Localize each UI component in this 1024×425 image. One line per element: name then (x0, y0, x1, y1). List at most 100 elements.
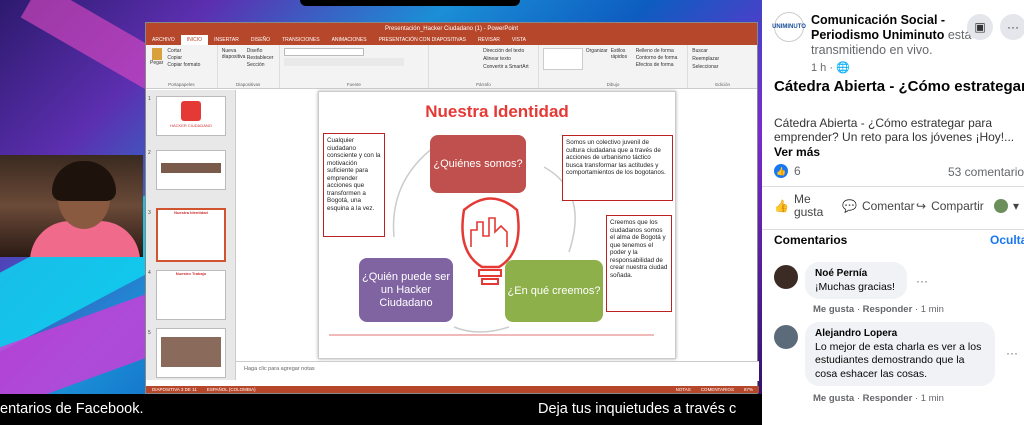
section-button[interactable]: Sección (247, 62, 274, 68)
thumb-title: Nuestra Identidad (174, 210, 208, 215)
thumb-number: 4 (148, 270, 151, 276)
powerpoint-window: Presentación_Hacker Ciudadano (1) - Powe… (145, 22, 759, 394)
zoom-level[interactable]: 87% (744, 387, 753, 392)
comment-like-link[interactable]: Me gusta (813, 393, 854, 404)
shape-fill-button[interactable]: Relleno de forma (636, 48, 678, 54)
tab-archivo[interactable]: ARCHIVO (146, 37, 181, 43)
new-slide-button[interactable]: Nueva diapositiva (222, 48, 246, 68)
comments-toggle[interactable]: COMENTARIOS (701, 387, 734, 392)
like-button[interactable]: 👍 Me gusta (774, 193, 830, 219)
en-que-creemos-box: ¿En qué creemos? (505, 260, 603, 322)
comment-text: Lo mejor de esta charla es ver a los est… (815, 340, 982, 380)
right-bottom-text-box: Creemos que los ciudadanos somos el alma… (606, 215, 672, 312)
thumbs-up-icon: 👍 (774, 199, 789, 213)
ppt-ribbon-tabs: ARCHIVO INICIO INSERTAR DISEÑO TRANSICIO… (146, 35, 757, 45)
text-direction-button[interactable]: Dirección del texto (433, 48, 534, 54)
reset-button[interactable]: Restablecer (247, 55, 274, 61)
video-title: Cátedra Abierta - ¿Cómo estrategar para … (774, 78, 1024, 95)
post-actions: 👍 Me gusta 💬 Comentar ↪ Compartir ▾ (762, 186, 1024, 230)
ppt-status-bar: DIAPOSITIVA 3 DE 11 ESPAÑOL (COLOMBIA) N… (146, 386, 759, 393)
share-button[interactable]: ↪ Compartir (916, 199, 984, 213)
group-label: Diapositivas (236, 82, 261, 87)
share-arrow-icon: ↪ (916, 199, 927, 213)
slide-thumbnail-5[interactable] (156, 328, 226, 378)
live-stream-video[interactable]: Presentación_Hacker Ciudadano (1) - Powe… (0, 0, 762, 425)
tab-insertar[interactable]: INSERTAR (208, 37, 245, 43)
thumb-number: 5 (148, 330, 151, 336)
like-label: Me gusta (793, 192, 824, 219)
tab-presentacion[interactable]: PRESENTACIÓN CON DIAPOSITIVAS (373, 37, 472, 43)
cut-button[interactable]: Cortar (167, 48, 200, 54)
copy-button[interactable]: Copiar (167, 55, 200, 61)
format-painter-button[interactable]: Copiar formato (167, 62, 200, 68)
more-options-button[interactable]: ··· (1000, 14, 1024, 40)
thumb-number: 2 (148, 150, 151, 156)
page-avatar[interactable]: UNIMINUTO (772, 12, 806, 42)
share-label: Compartir (931, 199, 984, 213)
notes-pane[interactable]: Haga clic para agregar notas (236, 361, 759, 381)
shapes-gallery[interactable] (542, 48, 583, 70)
tab-diseno[interactable]: DISEÑO (245, 37, 276, 43)
thumb-logo (181, 101, 201, 121)
tab-vista[interactable]: VISTA (506, 37, 532, 43)
arrange-button[interactable]: Organizar (586, 48, 608, 70)
video-description: Cátedra Abierta - ¿Cómo estrategar para … (774, 116, 1015, 144)
smartart-button[interactable]: Convertir a SmartArt (433, 64, 534, 70)
comment-time[interactable]: 1 min (921, 304, 944, 315)
ppt-title-bar: Presentación_Hacker Ciudadano (1) - Powe… (146, 23, 757, 35)
ppt-ribbon: Pegar Cortar Copiar Copiar formato Porta… (146, 45, 757, 89)
select-button[interactable]: Seleccionar (692, 64, 753, 70)
tab-revisar[interactable]: REVISAR (472, 37, 506, 43)
comment-like-link[interactable]: Me gusta (813, 304, 854, 315)
hide-comments-link[interactable]: Ocultar (990, 233, 1024, 247)
current-slide[interactable]: Nuestra Identidad ¿Quiénes somos? ¿En qu… (318, 91, 676, 359)
comment-options-icon[interactable]: ··· (1006, 346, 1018, 360)
slide-thumbnail-2[interactable] (156, 150, 226, 190)
slide-thumbnail-4[interactable]: Nuestro Trabajo (156, 270, 226, 320)
comment-reply-link[interactable]: Responder (863, 304, 913, 315)
page-name-link[interactable]: Comunicación Social - Periodismo Uniminu… (811, 13, 945, 42)
tab-inicio[interactable]: INICIO (180, 35, 209, 45)
thumb-number: 3 (148, 210, 151, 216)
more-icon: ··· (1007, 20, 1019, 34)
see-more-link[interactable]: Ver más (774, 145, 820, 159)
tab-animaciones[interactable]: ANIMACIONES (326, 37, 373, 43)
notes-toggle[interactable]: NOTAS (676, 387, 691, 392)
comment-time[interactable]: 1 min (921, 393, 944, 404)
thumb-photo (161, 163, 221, 173)
font-selector[interactable] (283, 48, 364, 56)
post-header: Comunicación Social - Periodismo Uniminu… (811, 13, 981, 58)
save-video-button[interactable]: ▣ (967, 14, 993, 40)
comment-meta: Me gusta · Responder · 1 min (813, 304, 944, 315)
slide-thumbnail-3[interactable]: Nuestra Identidad (156, 208, 226, 262)
align-text-button[interactable]: Alinear texto (433, 56, 534, 62)
comment-button[interactable]: 💬 Comentar (842, 199, 915, 213)
comment-reply-link[interactable]: Responder (863, 393, 913, 404)
right-top-text-box: Somos un colectivo juvenil de cultura ci… (562, 135, 673, 201)
group-label: Dibujo (606, 82, 620, 87)
post-time[interactable]: 1 h (811, 62, 826, 74)
audience-selector[interactable]: ▾ (994, 199, 1019, 213)
webcam-feed (0, 155, 143, 257)
tab-transiciones[interactable]: TRANSICIONES (276, 37, 326, 43)
comment-text: ¡Muchas gracias! (815, 280, 895, 293)
comment-author[interactable]: Alejandro Lopera (815, 327, 985, 341)
find-button[interactable]: Buscar (692, 48, 753, 54)
shape-outline-button[interactable]: Contorno de forma (636, 55, 678, 61)
replace-button[interactable]: Reemplazar (692, 56, 753, 62)
font-format-buttons[interactable] (283, 58, 404, 66)
paste-button[interactable]: Pegar (150, 48, 163, 68)
comment-options-icon[interactable]: ··· (916, 274, 928, 288)
commenter-avatar[interactable] (774, 265, 798, 289)
slide-thumbnail-1[interactable]: HACKER CIUDADANO (156, 96, 226, 136)
comment-author[interactable]: Noé Pernía (815, 267, 897, 281)
slide-thumbnails-pane[interactable]: 1 HACKER CIUDADANO 2 3 Nuestra Identidad… (146, 90, 236, 380)
layout-button[interactable]: Diseño (247, 48, 274, 54)
shape-effects-button[interactable]: Efectos de forma (636, 62, 678, 68)
comment-count[interactable]: 53 comentarios (948, 165, 1024, 179)
quick-styles-button[interactable]: Estilos rápidos (611, 48, 633, 70)
group-label: Edición (715, 82, 730, 87)
commenter-avatar[interactable] (774, 325, 798, 349)
group-label: Portapapeles (168, 82, 195, 87)
reaction-summary[interactable]: 👍 6 (774, 164, 801, 178)
